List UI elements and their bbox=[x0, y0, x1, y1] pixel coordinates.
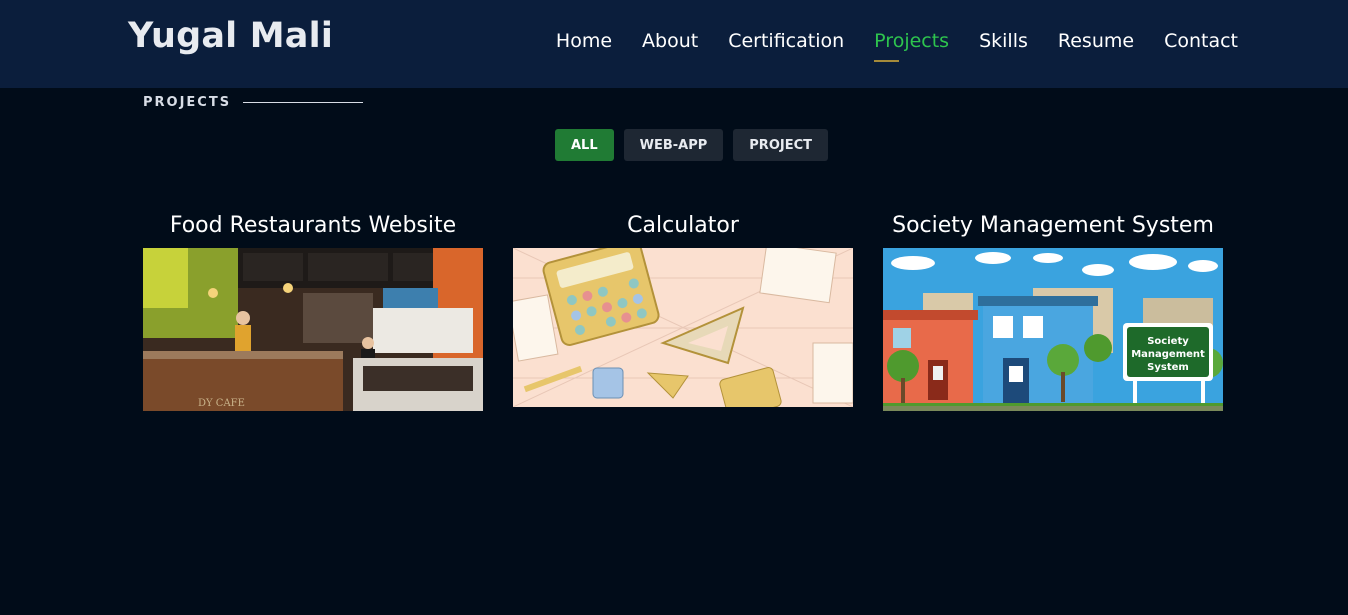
section-title: PROJECTS bbox=[143, 95, 232, 110]
nav-skills[interactable]: Skills bbox=[979, 30, 1028, 52]
project-title[interactable]: Calculator bbox=[513, 208, 853, 248]
svg-text:DY CAFE: DY CAFE bbox=[198, 398, 245, 409]
project-filters: ALL WEB-APP PROJECT bbox=[555, 129, 828, 161]
main-nav: Home About Certification Projects Skills… bbox=[556, 30, 1238, 62]
site-logo[interactable]: Yugal Mali bbox=[128, 16, 333, 56]
restaurant-photo[interactable]: DY CAFE bbox=[143, 248, 483, 415]
project-title[interactable]: Society Management System bbox=[883, 208, 1223, 248]
society-sign-line-1: Society bbox=[1147, 336, 1189, 347]
society-sign-line-2: Management bbox=[1131, 349, 1205, 360]
nav-certification[interactable]: Certification bbox=[728, 30, 844, 52]
society-sign-line-3: System bbox=[1147, 362, 1189, 373]
nav-projects[interactable]: Projects bbox=[874, 30, 949, 62]
filter-webapp-button[interactable]: WEB-APP bbox=[623, 129, 724, 161]
society-illustration[interactable]: Society Management System bbox=[883, 248, 1223, 415]
nav-contact[interactable]: Contact bbox=[1164, 30, 1238, 52]
section-title-line bbox=[243, 102, 364, 103]
project-title[interactable]: Food Restaurants Website bbox=[143, 208, 483, 248]
nav-about[interactable]: About bbox=[642, 30, 698, 52]
filter-project-button[interactable]: PROJECT bbox=[733, 129, 828, 161]
calculator-illustration[interactable] bbox=[513, 248, 853, 411]
project-card-calculator[interactable]: Calculator bbox=[513, 208, 853, 411]
section-heading: PROJECTS bbox=[143, 95, 364, 110]
nav-resume[interactable]: Resume bbox=[1058, 30, 1134, 52]
nav-home[interactable]: Home bbox=[556, 30, 612, 52]
site-header: Yugal Mali Home About Certification Proj… bbox=[0, 0, 1348, 88]
filter-all-button[interactable]: ALL bbox=[555, 129, 614, 161]
project-card-society-management[interactable]: Society Management System Society Manage… bbox=[883, 208, 1223, 415]
project-card-food-restaurants[interactable]: Food Restaurants Website DY CAFE bbox=[143, 208, 483, 415]
